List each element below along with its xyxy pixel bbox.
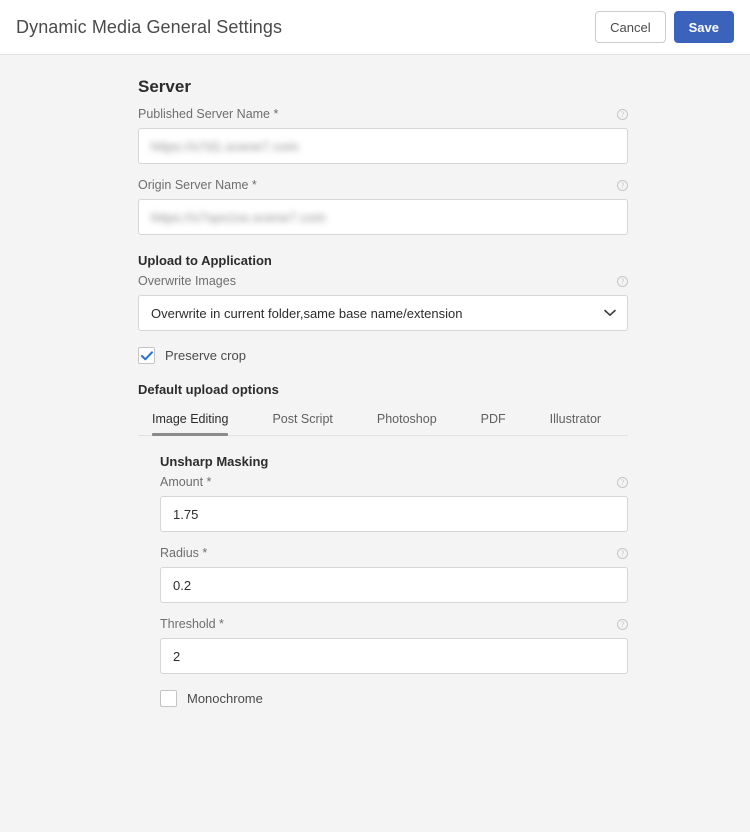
amount-input[interactable]: 1.75 [160, 496, 628, 532]
origin-server-name-label: Origin Server Name * [138, 178, 257, 193]
server-section-heading: Server [138, 77, 628, 97]
origin-server-name-field: Origin Server Name * ? https://s7sps1ss.… [138, 178, 628, 235]
radius-field: Radius * ? 0.2 [160, 546, 628, 603]
threshold-value: 2 [173, 649, 180, 664]
published-server-name-field: Published Server Name * ? https://s7d1.s… [138, 107, 628, 164]
amount-label: Amount * [160, 475, 211, 490]
help-icon[interactable]: ? [617, 109, 628, 120]
cancel-button[interactable]: Cancel [595, 11, 665, 43]
published-server-name-label: Published Server Name * [138, 107, 278, 122]
help-icon[interactable]: ? [617, 548, 628, 559]
radius-value: 0.2 [173, 578, 191, 593]
origin-server-name-input[interactable]: https://s7sps1ss.scene7.com [138, 199, 628, 235]
radius-input[interactable]: 0.2 [160, 567, 628, 603]
overwrite-images-select[interactable]: Overwrite in current folder,same base na… [138, 295, 628, 331]
help-icon[interactable]: ? [617, 477, 628, 488]
tab-photoshop[interactable]: Photoshop [377, 412, 437, 435]
overwrite-images-label-row: Overwrite Images ? [138, 274, 628, 289]
overwrite-images-field: Overwrite Images ? Overwrite in current … [138, 274, 628, 331]
amount-label-row: Amount * ? [160, 475, 628, 490]
default-upload-options-block: Default upload options Image Editing Pos… [138, 382, 628, 707]
settings-form-body: Server Published Server Name * ? https:/… [0, 55, 750, 707]
overwrite-images-select-wrap: Overwrite in current folder,same base na… [138, 295, 628, 331]
monochrome-checkbox[interactable] [160, 690, 177, 707]
preserve-crop-row[interactable]: Preserve crop [138, 347, 628, 364]
amount-field: Amount * ? 1.75 [160, 475, 628, 532]
published-server-name-label-row: Published Server Name * ? [138, 107, 628, 122]
app-header: Dynamic Media General Settings Cancel Sa… [0, 0, 750, 55]
upload-to-application-heading: Upload to Application [138, 253, 628, 268]
radius-label-row: Radius * ? [160, 546, 628, 561]
threshold-label-row: Threshold * ? [160, 617, 628, 632]
overwrite-images-selected-value: Overwrite in current folder,same base na… [151, 306, 462, 321]
page-title: Dynamic Media General Settings [16, 17, 595, 38]
published-server-name-value: https://s7d1.scene7.com [151, 139, 299, 154]
header-actions: Cancel Save [595, 11, 734, 43]
image-editing-panel: Unsharp Masking Amount * ? 1.75 Radius *… [138, 436, 628, 707]
amount-value: 1.75 [173, 507, 198, 522]
threshold-label: Threshold * [160, 617, 224, 632]
tab-pdf[interactable]: PDF [481, 412, 506, 435]
origin-server-name-value: https://s7sps1ss.scene7.com [151, 210, 326, 225]
unsharp-masking-heading: Unsharp Masking [160, 454, 628, 469]
help-icon[interactable]: ? [617, 180, 628, 191]
monochrome-row[interactable]: Monochrome [160, 690, 628, 707]
overwrite-images-label: Overwrite Images [138, 274, 236, 289]
default-upload-options-heading: Default upload options [138, 382, 628, 397]
save-button[interactable]: Save [674, 11, 734, 43]
default-upload-tablist: Image Editing Post Script Photoshop PDF … [138, 403, 628, 436]
help-icon[interactable]: ? [617, 619, 628, 630]
published-server-name-input[interactable]: https://s7d1.scene7.com [138, 128, 628, 164]
preserve-crop-checkbox[interactable] [138, 347, 155, 364]
tab-illustrator[interactable]: Illustrator [550, 412, 601, 435]
tab-image-editing[interactable]: Image Editing [152, 412, 228, 435]
tab-post-script[interactable]: Post Script [272, 412, 332, 435]
origin-server-name-label-row: Origin Server Name * ? [138, 178, 628, 193]
radius-label: Radius * [160, 546, 207, 561]
help-icon[interactable]: ? [617, 276, 628, 287]
settings-form: Server Published Server Name * ? https:/… [138, 77, 628, 707]
monochrome-label: Monochrome [187, 691, 263, 706]
threshold-input[interactable]: 2 [160, 638, 628, 674]
preserve-crop-label: Preserve crop [165, 348, 246, 363]
threshold-field: Threshold * ? 2 [160, 617, 628, 674]
